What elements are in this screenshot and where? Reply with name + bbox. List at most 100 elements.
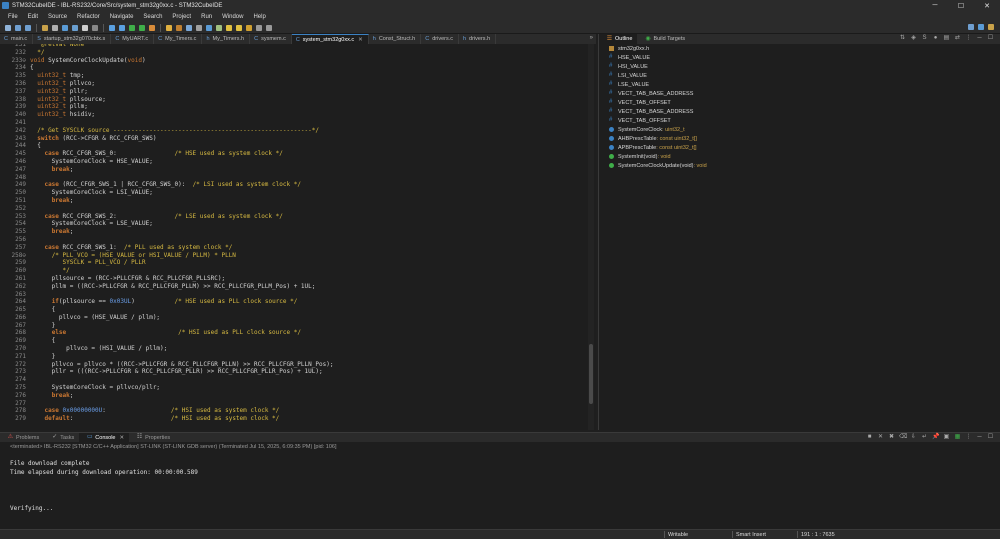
line-text[interactable] xyxy=(28,376,30,384)
save-icon[interactable] xyxy=(15,24,21,31)
scroll-lock-icon[interactable]: ⇩ xyxy=(910,434,917,441)
next-annotation-icon[interactable] xyxy=(226,24,232,31)
line-text[interactable]: default: /* HSI used as system clock */ xyxy=(28,415,279,423)
build-icon[interactable] xyxy=(42,24,48,31)
code-line[interactable]: 233⊖ void SystemCoreClockUpdate(void) xyxy=(0,57,333,65)
view-menu-icon[interactable]: ⋮ xyxy=(965,434,972,441)
run-config-icon[interactable] xyxy=(139,24,145,31)
code-line[interactable]: 254 SystemCoreClock = LSE_VALUE; xyxy=(0,220,333,228)
tab-my-timers-h[interactable]: h My_Timers.h xyxy=(202,34,251,44)
code-line[interactable]: 248 xyxy=(0,174,333,182)
outline-item[interactable]: stm32g0xx.h xyxy=(599,44,1000,53)
line-text[interactable]: pllvco = (HSE_VALUE / pllm); xyxy=(28,314,160,322)
code-line[interactable]: 266 pllvco = (HSE_VALUE / pllm); xyxy=(0,314,333,322)
code-editor[interactable]: 231 @retval None 232 */233⊖ void SystemCor… xyxy=(0,44,596,430)
code-line[interactable]: 234{ xyxy=(0,64,333,72)
debug-perspective-icon[interactable] xyxy=(978,24,984,30)
hide-fields-icon[interactable]: ◈ xyxy=(910,35,917,42)
code-line[interactable]: 236 uint32_t pllvco; xyxy=(0,80,333,88)
line-text[interactable]: pllvco = (HSI_VALUE / pllm); xyxy=(28,345,167,353)
tab-system-stm32g0xx-c[interactable]: Csystem_stm32g0xx.c ✕ xyxy=(291,34,369,44)
code-line[interactable]: 272 pllvco = pllvco * ((RCC->PLLCFGR & R… xyxy=(0,361,333,369)
code-line[interactable]: 245 case RCC_CFGR_SWS_0: /* HSE used as … xyxy=(0,150,333,158)
line-text[interactable]: { xyxy=(28,142,41,150)
line-text[interactable]: void SystemCoreClockUpdate(void) xyxy=(28,57,146,65)
code-line[interactable]: 258⊖ /* PLL_VCO = (HSE_VALUE or HSI_VALU… xyxy=(0,252,333,260)
line-text[interactable] xyxy=(28,400,30,408)
menu-navigate[interactable]: Navigate xyxy=(105,14,139,20)
outline-item[interactable]: # HSI_VALUE xyxy=(599,62,1000,71)
line-text[interactable]: pllr = (((RCC->PLLCFGR & RCC_PLLCFGR_PLL… xyxy=(28,368,323,376)
outline-item[interactable]: # LSI_VALUE xyxy=(599,71,1000,80)
settings-icon[interactable] xyxy=(52,24,58,31)
copy-icon[interactable] xyxy=(72,24,78,31)
line-text[interactable]: { xyxy=(28,64,34,72)
code-line[interactable]: 242 /* Get SYSCLK source ---------------… xyxy=(0,127,333,135)
tab-properties[interactable]: ☷ Properties xyxy=(129,433,175,443)
outline-item[interactable]: # VECT_TAB_OFFSET xyxy=(599,98,1000,107)
device-config-icon[interactable] xyxy=(62,24,68,31)
tab-drivers-h[interactable]: h drivers.h xyxy=(459,34,497,44)
line-text[interactable]: uint32_t pllr; xyxy=(28,88,88,96)
menu-window[interactable]: Window xyxy=(217,14,248,20)
code-line[interactable]: 271 } xyxy=(0,353,333,361)
line-text[interactable] xyxy=(28,205,30,213)
editor-scroll-thumb[interactable] xyxy=(589,344,593,404)
cpp-perspective-icon[interactable] xyxy=(968,24,974,30)
debug-icon[interactable] xyxy=(109,24,115,31)
minimize-button[interactable]: ─ xyxy=(922,0,948,11)
close-tab-icon[interactable]: ✕ xyxy=(119,435,124,441)
minimize-view-icon[interactable]: ─ xyxy=(976,434,983,441)
line-text[interactable]: if(pllsource == 0x03UL) /* HSE used as P… xyxy=(28,298,298,306)
hide-nonpublic-icon[interactable]: ● xyxy=(932,35,939,42)
display-console-icon[interactable]: ▣ xyxy=(943,434,950,441)
code-line[interactable]: 275 SystemCoreClock = pllvco/pllr; xyxy=(0,384,333,392)
tab-main-c[interactable]: Cmain.c xyxy=(0,34,34,44)
line-text[interactable]: pllm = ((RCC->PLLCFGR & RCC_PLLCFGR_PLLM… xyxy=(28,283,316,291)
menu-project[interactable]: Project xyxy=(167,14,196,20)
new-file-icon[interactable] xyxy=(5,24,11,31)
line-text[interactable]: uint32_t pllsource; xyxy=(28,96,106,104)
save-all-icon[interactable] xyxy=(25,24,31,31)
line-text[interactable] xyxy=(28,119,30,127)
code-line[interactable]: 262 pllm = ((RCC->PLLCFGR & RCC_PLLCFGR_… xyxy=(0,283,333,291)
annotation-next-icon[interactable] xyxy=(216,24,222,31)
menu-source[interactable]: Source xyxy=(43,14,72,20)
code-line[interactable]: 264 if(pllsource == 0x03UL) /* HSE used … xyxy=(0,298,333,306)
code-line[interactable]: 251 break; xyxy=(0,197,333,205)
line-text[interactable]: uint32_t tmp; xyxy=(28,72,84,80)
line-text[interactable]: case RCC_CFGR_SWS_2: /* LSE used as syst… xyxy=(28,213,282,221)
group-includes-icon[interactable]: ▤ xyxy=(943,35,950,42)
show-whitespace-icon[interactable] xyxy=(196,24,202,31)
code-line[interactable]: 246 SystemCoreClock = HSE_VALUE; xyxy=(0,158,333,166)
line-text[interactable]: break; xyxy=(28,392,74,400)
search-icon[interactable] xyxy=(176,24,182,31)
line-text[interactable] xyxy=(28,291,30,299)
line-text[interactable]: SystemCoreClock = pllvco/pllr; xyxy=(28,384,160,392)
code-line[interactable]: 279 default: /* HSI used as system clock… xyxy=(0,415,333,423)
outline-item[interactable]: APBPrescTable : const uint32_t[] xyxy=(599,143,1000,152)
code-line[interactable]: 241 xyxy=(0,119,333,127)
tab-build-targets[interactable]: ◉ Build Targets xyxy=(637,34,690,44)
status-insert-mode[interactable]: Smart Insert xyxy=(733,531,766,539)
status-cursor-position[interactable]: 191 : 1 : 7635 xyxy=(798,531,835,539)
open-type-icon[interactable] xyxy=(166,24,172,31)
remove-launch-icon[interactable]: ✕ xyxy=(877,434,884,441)
line-text[interactable]: SystemCoreClock = LSE_VALUE; xyxy=(28,220,153,228)
view-menu-icon[interactable]: ⋮ xyxy=(965,35,972,42)
line-text[interactable]: uint32_t hsidiv; xyxy=(28,111,95,119)
line-text[interactable]: */ xyxy=(28,49,44,57)
outline-item[interactable]: AHBPrescTable : const uint32_t[] xyxy=(599,134,1000,143)
code-line[interactable]: 257 case RCC_CFGR_SWS_1: /* PLL used as … xyxy=(0,244,333,252)
line-text[interactable]: uint32_t pllm; xyxy=(28,103,88,111)
outline-item[interactable]: SystemCoreClockUpdate(void) : void xyxy=(599,161,1000,170)
tab-my-timers-c[interactable]: C My_Timers.c xyxy=(154,34,203,44)
line-text[interactable]: pllsource = (RCC->PLLCFGR & RCC_PLLCFGR_… xyxy=(28,275,225,283)
code-line[interactable]: 247 break; xyxy=(0,166,333,174)
debug-config-icon[interactable] xyxy=(119,24,125,31)
outline-item[interactable]: # LSE_VALUE xyxy=(599,80,1000,89)
line-text[interactable]: SystemCoreClock = LSI_VALUE; xyxy=(28,189,153,197)
line-text[interactable]: switch (RCC->CFGR & RCC_CFGR_SWS) xyxy=(28,135,156,143)
device-config-perspective-icon[interactable] xyxy=(988,24,994,30)
sort-icon[interactable]: ⇅ xyxy=(899,35,906,42)
